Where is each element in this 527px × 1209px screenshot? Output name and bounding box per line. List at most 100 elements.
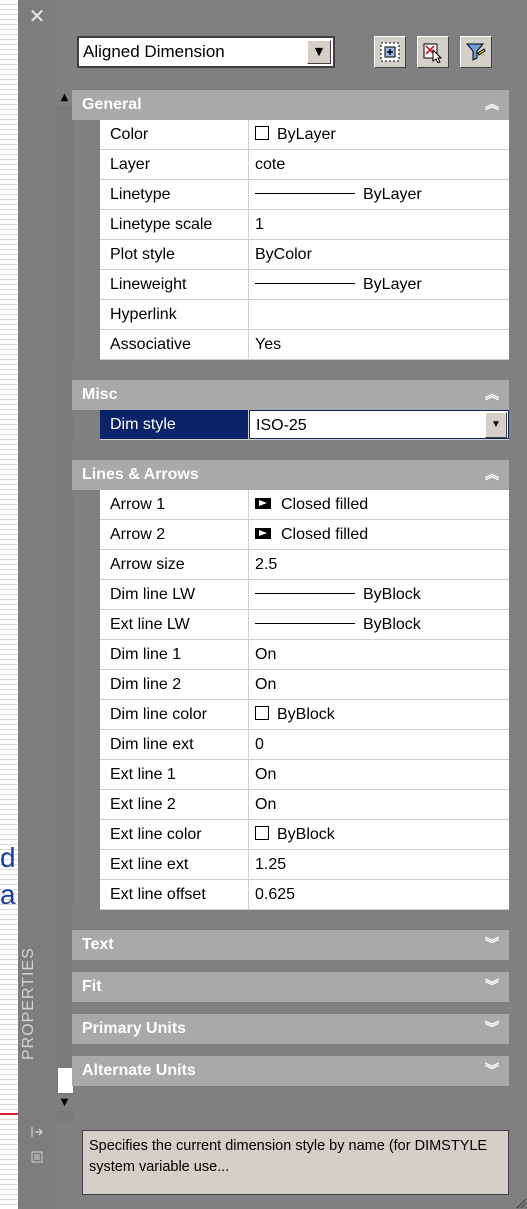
chevron-down-icon[interactable]: ▼	[485, 412, 507, 438]
property-row-arrow-1[interactable]: Arrow 1 Closed filled	[100, 490, 509, 520]
quick-select-button[interactable]	[374, 36, 406, 68]
property-value[interactable]: Closed filled	[249, 520, 509, 549]
property-value[interactable]: On	[249, 790, 509, 819]
resize-grip-icon[interactable]	[513, 1195, 527, 1209]
property-row-arrow-size[interactable]: Arrow size 2.5	[100, 550, 509, 580]
chevron-down-icon[interactable]: ▼	[307, 40, 331, 64]
property-value[interactable]: Yes	[249, 330, 509, 359]
toggle-pickadd-button[interactable]	[460, 36, 492, 68]
property-row-dim-line-2[interactable]: Dim line 2 On	[100, 670, 509, 700]
group-title: Alternate Units	[82, 1062, 196, 1079]
property-row-ext-line-offset[interactable]: Ext line offset 0.625	[100, 880, 509, 910]
property-name: Ext line 2	[100, 790, 249, 819]
property-value[interactable]: ByBlock	[249, 610, 509, 639]
property-row-linetype[interactable]: Linetype ByLayer	[100, 180, 509, 210]
property-row-ext-line-lw[interactable]: Ext line LW ByBlock	[100, 610, 509, 640]
property-value[interactable]: 1	[249, 210, 509, 239]
background-text: a	[0, 879, 16, 910]
property-row-ext-line-1[interactable]: Ext line 1 On	[100, 760, 509, 790]
property-value[interactable]: ByBlock	[249, 700, 509, 729]
property-row-hyperlink[interactable]: Hyperlink	[100, 300, 509, 330]
palette-title-strip[interactable]: ✕ PROPERTIES	[18, 0, 56, 1209]
group-title: Primary Units	[82, 1020, 187, 1037]
property-value[interactable]: 0.625	[249, 880, 509, 909]
collapse-chevron-icon[interactable]: ︽	[485, 464, 499, 484]
property-row-dim-line-1[interactable]: Dim line 1 On	[100, 640, 509, 670]
property-value[interactable]: 2.5	[249, 550, 509, 579]
property-value[interactable]: 0	[249, 730, 509, 759]
property-name: Dim line 1	[100, 640, 249, 669]
property-row-arrow-2[interactable]: Arrow 2 Closed filled	[100, 520, 509, 550]
property-value[interactable]: ByLayer	[249, 180, 509, 209]
expand-chevron-icon[interactable]: ︾	[485, 976, 499, 996]
expand-chevron-icon[interactable]: ︾	[485, 1018, 499, 1038]
property-value-text: 1	[255, 216, 264, 233]
property-rows: Dim style ISO-25 ▼	[100, 410, 509, 440]
property-value[interactable]: On	[249, 640, 509, 669]
group-general: General ︽ Color ByLayer Layer cote Linetype ByL…	[72, 90, 509, 360]
property-value[interactable]: ByBlock	[249, 580, 509, 609]
property-row-layer[interactable]: Layer cote	[100, 150, 509, 180]
property-value[interactable]: Closed filled	[249, 490, 509, 519]
palette-toolbar: Aligned Dimension ▼	[72, 28, 509, 72]
expand-chevron-icon[interactable]: ︾	[485, 934, 499, 954]
property-value[interactable]: ByLayer	[249, 270, 509, 299]
property-value-text: ByLayer	[363, 276, 422, 293]
property-row-ext-line-2[interactable]: Ext line 2 On	[100, 790, 509, 820]
group-header-fit[interactable]: Fit ︾	[72, 972, 509, 1002]
collapse-chevron-icon[interactable]: ︽	[485, 94, 499, 114]
property-row-dim-line-color[interactable]: Dim line color ByBlock	[100, 700, 509, 730]
property-name: Arrow 2	[100, 520, 249, 549]
group-text: Text ︾	[72, 930, 509, 960]
group-title: Fit	[82, 978, 102, 995]
property-name: Ext line LW	[100, 610, 249, 639]
object-type-dropdown[interactable]: Aligned Dimension ▼	[77, 36, 335, 68]
scroll-down-button[interactable]: ▼	[56, 1095, 73, 1111]
property-value-text: ByBlock	[277, 706, 335, 723]
property-row-color[interactable]: Color ByLayer	[100, 120, 509, 150]
property-row-ext-line-color[interactable]: Ext line color ByBlock	[100, 820, 509, 850]
property-value-text: Closed filled	[281, 496, 369, 513]
property-value-text: 0	[255, 736, 264, 753]
property-value-text: ByBlock	[363, 586, 421, 603]
group-header-text[interactable]: Text ︾	[72, 930, 509, 960]
property-rows: Arrow 1 Closed filled Arrow 2 Closed filled…	[100, 490, 509, 910]
property-name: Color	[100, 120, 249, 149]
property-value[interactable]: cote	[249, 150, 509, 179]
collapse-chevron-icon[interactable]: ︽	[485, 384, 499, 404]
group-header-alternate-units[interactable]: Alternate Units ︾	[72, 1056, 509, 1086]
group-header-lines-arrows[interactable]: Lines & Arrows ︽	[72, 460, 509, 490]
property-row-ext-line-ext[interactable]: Ext line ext 1.25	[100, 850, 509, 880]
property-value[interactable]: ISO-25 ▼	[249, 410, 509, 439]
property-name: Arrow size	[100, 550, 249, 579]
property-value-text: Closed filled	[281, 526, 369, 543]
auto-hide-icon[interactable]	[30, 1125, 44, 1139]
property-value-text: ByLayer	[277, 126, 336, 143]
palette-properties-icon[interactable]	[30, 1150, 44, 1164]
property-row-linetype-scale[interactable]: Linetype scale 1	[100, 210, 509, 240]
property-value[interactable]: ByColor	[249, 240, 509, 269]
property-name: Ext line color	[100, 820, 249, 849]
property-value[interactable]	[249, 300, 509, 329]
property-value[interactable]: On	[249, 670, 509, 699]
property-row-dim-style[interactable]: Dim style ISO-25 ▼	[100, 410, 509, 440]
property-value[interactable]: On	[249, 760, 509, 789]
expand-chevron-icon[interactable]: ︾	[485, 1060, 499, 1080]
group-header-misc[interactable]: Misc ︽	[72, 380, 509, 410]
property-row-dim-line-ext[interactable]: Dim line ext 0	[100, 730, 509, 760]
property-row-plot-style[interactable]: Plot style ByColor	[100, 240, 509, 270]
group-header-general[interactable]: General ︽	[72, 90, 509, 120]
close-icon[interactable]: ✕	[27, 6, 47, 26]
property-row-dim-line-lw[interactable]: Dim line LW ByBlock	[100, 580, 509, 610]
property-row-lineweight[interactable]: Lineweight ByLayer	[100, 270, 509, 300]
property-value[interactable]: ByBlock	[249, 820, 509, 849]
property-value[interactable]: ByLayer	[249, 120, 509, 149]
select-objects-button[interactable]	[417, 36, 449, 68]
scroll-up-button[interactable]: ▲	[56, 90, 73, 106]
group-header-primary-units[interactable]: Primary Units ︾	[72, 1014, 509, 1044]
vertical-scrollbar[interactable]: ▲ ▼	[56, 90, 73, 1121]
scroll-thumb[interactable]	[58, 1068, 73, 1093]
property-row-associative[interactable]: Associative Yes	[100, 330, 509, 360]
property-value-text: On	[255, 646, 277, 663]
property-value[interactable]: 1.25	[249, 850, 509, 879]
